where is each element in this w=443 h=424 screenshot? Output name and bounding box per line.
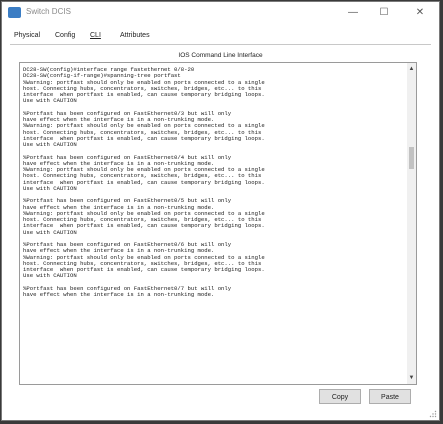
scroll-thumb[interactable] [409,147,414,169]
tab-bar: Physical Config CLI Attributes [2,29,439,44]
close-button[interactable]: ✕ [405,2,435,24]
tab-physical[interactable]: Physical [14,32,40,39]
cli-console[interactable]: DC28-SW(config)#interface range fastethe… [19,62,417,385]
tab-cli[interactable]: CLI [90,32,101,39]
cli-panel-title: IOS Command Line Interface [178,52,263,59]
maximize-button[interactable]: ☐ [369,2,399,24]
resize-grip-icon[interactable] [429,410,437,418]
packet-tracer-app-icon [8,7,21,18]
scroll-down-arrow-icon[interactable]: ▼ [407,374,416,382]
window-title: Switch DCIS [26,7,71,16]
console-output[interactable]: DC28-SW(config)#interface range fastethe… [23,66,403,298]
tab-divider [10,44,431,45]
paste-button[interactable]: Paste [369,389,411,404]
tab-attributes[interactable]: Attributes [120,32,150,39]
title-bar[interactable]: Switch DCIS — ☐ ✕ [2,2,439,24]
copy-button[interactable]: Copy [319,389,361,404]
switch-window: Switch DCIS — ☐ ✕ Physical Config CLI At… [1,1,440,421]
scroll-up-arrow-icon[interactable]: ▲ [407,65,416,73]
console-scrollbar[interactable]: ▲ ▼ [407,63,416,384]
tab-config[interactable]: Config [55,32,75,39]
minimize-button[interactable]: — [338,2,368,24]
